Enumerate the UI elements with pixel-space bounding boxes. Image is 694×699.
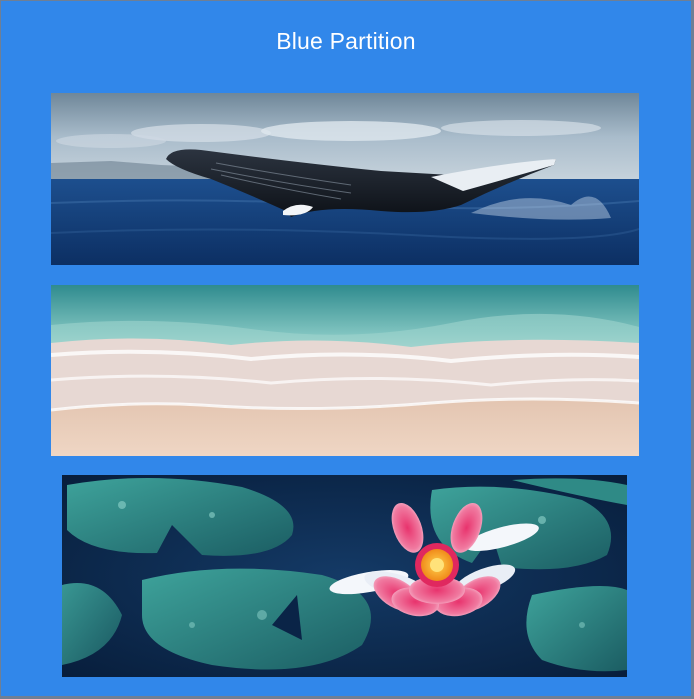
- humpback-whale-image: [51, 93, 639, 265]
- panel-title: Blue Partition: [276, 28, 416, 54]
- blue-partition-panel: Blue Partition: [0, 0, 694, 699]
- water-lily-image: [62, 475, 627, 677]
- beach-shoreline-image: [51, 285, 639, 456]
